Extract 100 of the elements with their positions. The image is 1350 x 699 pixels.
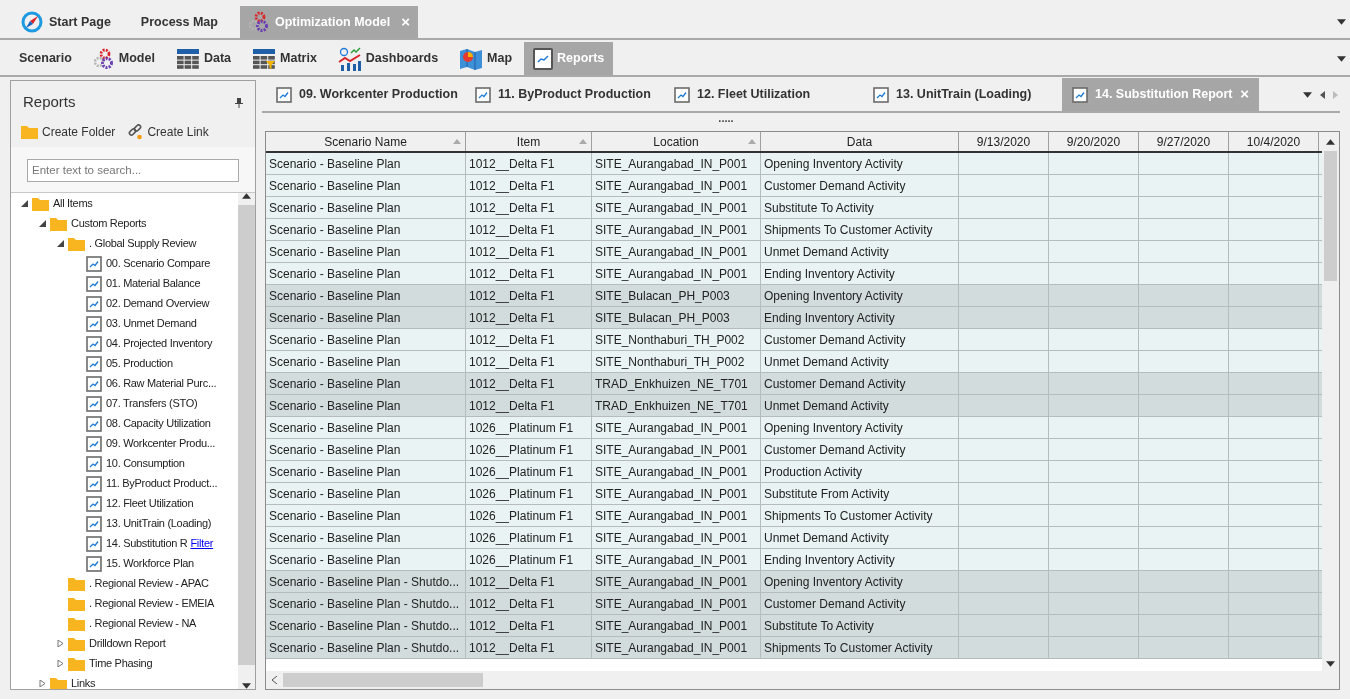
table-icon: [175, 47, 200, 70]
splitter-handle[interactable]: .....: [718, 113, 734, 123]
table-cell: Scenario - Baseline Plan: [266, 527, 466, 548]
ribbon-tab[interactable]: Scenario: [10, 42, 81, 75]
tree-item[interactable]: . Global Supply Review: [89, 235, 197, 252]
dropdown-icon[interactable]: [1337, 55, 1346, 62]
tree-item[interactable]: . Regional Review - EMEIA: [89, 595, 215, 612]
ribbon-tab[interactable]: Dashboards: [328, 42, 448, 75]
table-cell: 1012__Delta F1: [466, 153, 592, 174]
document-tab[interactable]: Start Page: [12, 6, 119, 38]
table-cell: Shipments To Customer Activity: [761, 219, 959, 240]
create-folder-button[interactable]: Create Folder: [21, 123, 116, 141]
tree-item[interactable]: 11. ByProduct Product...: [106, 475, 218, 492]
table-cell: SITE_Aurangabad_IN_P001: [592, 571, 761, 592]
tree-item[interactable]: . Regional Review - NA: [89, 615, 197, 632]
table-cell: SITE_Aurangabad_IN_P001: [592, 175, 761, 196]
table-cell: 1026__Platinum F1: [466, 461, 592, 482]
expander-icon[interactable]: [56, 240, 64, 247]
report-tab[interactable]: 09. Workcenter Production: [266, 78, 463, 111]
expander-icon[interactable]: [38, 220, 46, 227]
ribbon-tab[interactable]: Map: [450, 42, 522, 75]
table-cell: 1012__Delta F1: [466, 395, 592, 416]
tree-item[interactable]: 15. Workforce Plan: [106, 555, 194, 572]
search-field[interactable]: Enter text to search...: [27, 158, 239, 182]
tree-item[interactable]: 01. Material Balance: [106, 275, 201, 292]
tree-item[interactable]: 07. Transfers (STO): [106, 395, 198, 412]
tree-item[interactable]: 02. Demand Overview: [106, 295, 210, 312]
dropdown-icon[interactable]: [1303, 91, 1312, 98]
table-cell: 1012__Delta F1: [466, 263, 592, 284]
column-header[interactable]: 10/4/2020: [1229, 132, 1319, 151]
tree-item[interactable]: 14. Substitution R: [106, 535, 188, 552]
tree-item[interactable]: All Items: [53, 195, 93, 212]
report-tab[interactable]: 13. UnitTrain (Loading): [863, 78, 1060, 111]
table-cell: SITE_Aurangabad_IN_P001: [592, 461, 761, 482]
expander-icon[interactable]: [20, 200, 28, 207]
chart-icon: [86, 495, 102, 512]
tree-item[interactable]: Time Phasing: [89, 655, 153, 672]
dropdown-icon[interactable]: [1337, 19, 1346, 25]
report-tab[interactable]: 11. ByProduct Production: [465, 78, 662, 111]
table-cell: Ending Inventory Activity: [761, 263, 959, 284]
expander-icon[interactable]: [56, 660, 64, 667]
chart-icon: [86, 375, 102, 392]
table-cell: 1012__Delta F1: [466, 615, 592, 636]
create-link-button[interactable]: Create Link: [127, 123, 209, 141]
column-header[interactable]: 9/13/2020: [959, 132, 1049, 151]
filter-link[interactable]: Filter: [190, 535, 214, 552]
tree-item[interactable]: 05. Production: [106, 355, 173, 372]
document-tab[interactable]: Process Map: [132, 6, 226, 38]
table-cell: Opening Inventory Activity: [761, 417, 959, 438]
table-cell: SITE_Nonthaburi_TH_P002: [592, 329, 761, 350]
scroll-up-icon[interactable]: [1326, 139, 1335, 145]
table-cell: Scenario - Baseline Plan: [266, 307, 466, 328]
report-tab[interactable]: 12. Fleet Utilization: [664, 78, 861, 111]
table-cell: SITE_Aurangabad_IN_P001: [592, 637, 761, 658]
table-cell: Scenario - Baseline Plan - Shutdo...: [266, 571, 466, 592]
column-header[interactable]: Item: [466, 132, 592, 151]
tree-item[interactable]: 00. Scenario Compare: [106, 255, 211, 272]
table-cell: 1012__Delta F1: [466, 241, 592, 262]
expander-icon[interactable]: [38, 680, 46, 687]
chart-icon: [86, 255, 102, 272]
tree-item[interactable]: Custom Reports: [71, 215, 147, 232]
tree-item[interactable]: 10. Consumption: [106, 455, 185, 472]
tree-item[interactable]: 13. UnitTrain (Loading): [106, 515, 212, 532]
scroll-down-icon[interactable]: [1326, 661, 1335, 667]
table-cell: 1012__Delta F1: [466, 373, 592, 394]
tree-item[interactable]: 06. Raw Material Purc...: [106, 375, 217, 392]
scroll-thumb[interactable]: [1324, 151, 1337, 281]
column-header[interactable]: 9/20/2020: [1049, 132, 1139, 151]
sort-icon: [748, 139, 756, 144]
column-header[interactable]: Data: [761, 132, 959, 151]
tree-item[interactable]: Drilldown Report: [89, 635, 166, 652]
table-cell: Scenario - Baseline Plan: [266, 351, 466, 372]
tree-item[interactable]: 09. Workcenter Produ...: [106, 435, 216, 452]
scroll-down-icon[interactable]: [242, 683, 251, 689]
expander-icon[interactable]: [56, 640, 64, 647]
scroll-left-icon[interactable]: [272, 676, 277, 684]
tree-item[interactable]: . Regional Review - APAC: [89, 575, 209, 592]
table-cell: 1012__Delta F1: [466, 307, 592, 328]
table-cell: Opening Inventory Activity: [761, 285, 959, 306]
column-header[interactable]: Location: [592, 132, 761, 151]
tree-item[interactable]: 08. Capacity Utilization: [106, 415, 211, 432]
column-header[interactable]: 9/27/2020: [1139, 132, 1229, 151]
ribbon-tab[interactable]: Data: [166, 42, 240, 75]
table-cell: Opening Inventory Activity: [761, 153, 959, 174]
scrollbar[interactable]: [1322, 132, 1339, 671]
column-header[interactable]: Scenario Name: [266, 132, 466, 151]
folder-icon: [32, 196, 49, 211]
ribbon-tab[interactable]: Model: [83, 42, 164, 75]
pin-icon[interactable]: [235, 97, 243, 108]
scrollbar[interactable]: [266, 671, 1339, 689]
tree-item[interactable]: Links: [71, 675, 96, 689]
map-icon: [459, 46, 484, 71]
tree-item[interactable]: 03. Unmet Demand: [106, 315, 197, 332]
table-cell: SITE_Aurangabad_IN_P001: [592, 527, 761, 548]
folder-icon: [50, 676, 67, 689]
tree-item[interactable]: 12. Fleet Utilization: [106, 495, 194, 512]
ribbon-tab[interactable]: Matrix: [243, 42, 326, 75]
scroll-thumb[interactable]: [283, 673, 483, 687]
scroll-left-icon[interactable]: [1320, 90, 1325, 99]
tree-item[interactable]: 04. Projected Inventory: [106, 335, 213, 352]
